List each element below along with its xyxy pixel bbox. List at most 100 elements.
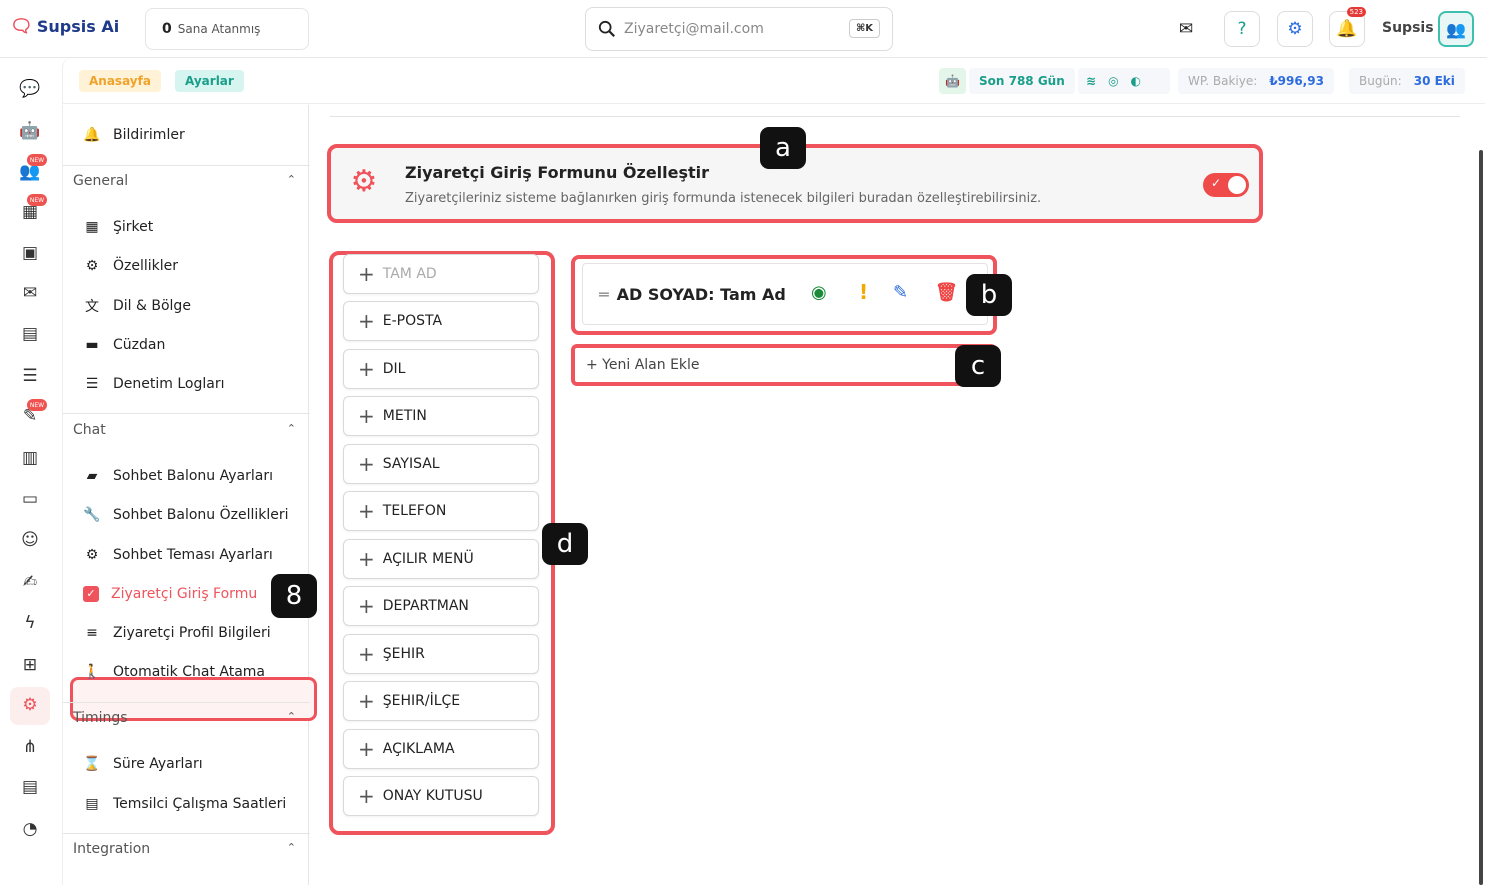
plus-icon: +	[358, 262, 375, 286]
pie-chart-icon[interactable]: ◔	[17, 816, 43, 842]
add-new-field-button[interactable]: + Yeni Alan Ekle	[580, 350, 988, 380]
wp-balance: WP. Bakiye: ₺996,93	[1178, 68, 1334, 94]
plus-icon: +	[358, 642, 375, 666]
apps-icon[interactable]: ⊞	[17, 652, 43, 678]
gear-icon[interactable]: ⚙	[1277, 11, 1313, 47]
nav-rail: 💬 🤖 👥 NEW ▦ NEW ▣ ✉ ▤ ☰ ✎ NEW ▥ ▭ ☺ ✍ ϟ …	[0, 58, 60, 885]
new-badge: NEW	[27, 154, 47, 166]
notes-icon[interactable]: ☰	[17, 363, 43, 389]
add-field-number[interactable]: + SAYISAL	[343, 444, 539, 484]
chat-icon[interactable]: 💬	[17, 76, 43, 102]
sidebar-item-notifications[interactable]: 🔔 Bildirimler	[83, 124, 184, 146]
help-icon[interactable]: ?	[1224, 11, 1260, 47]
assigned-counter[interactable]: 0 Sana Atanmış	[145, 8, 309, 50]
contact-card-icon[interactable]: ▣	[17, 240, 43, 266]
gear-icon: ⚙	[85, 547, 99, 563]
sidebar-item-audit-logs[interactable]: ☰ Denetim Logları	[83, 373, 225, 395]
marker-c: c	[955, 345, 1001, 387]
sidebar-item-language[interactable]: 文 Dil & Bölge	[83, 295, 191, 317]
form-enabled-toggle[interactable]: ✓	[1203, 173, 1249, 197]
users-icon[interactable]: ☺	[17, 527, 43, 553]
bell-icon: 🔔	[83, 127, 101, 143]
bell-icon[interactable]: 🔔 523	[1329, 7, 1366, 47]
bot-icon[interactable]: 🤖	[17, 118, 43, 144]
pen-icon[interactable]: ✍	[17, 569, 43, 595]
lightning-icon[interactable]: ϟ	[17, 610, 43, 636]
chevron-up-icon: ⌃	[286, 173, 296, 186]
add-field-checkbox[interactable]: + ONAY KUTUSU	[343, 776, 539, 816]
sidebar-item-visitor-form[interactable]: ✓ Ziyaretçi Giriş Formu	[83, 583, 257, 605]
check-icon: ✓	[1211, 176, 1222, 190]
edit-icon[interactable]: ✎	[893, 282, 908, 303]
plus-icon: +	[358, 499, 375, 523]
add-field-city-district[interactable]: + ŞEHIR/İLÇE	[343, 681, 539, 721]
add-field-full-name: + TAM AD	[343, 254, 539, 294]
plus-icon: +	[358, 547, 375, 571]
add-field-text[interactable]: + METIN	[343, 396, 539, 436]
breadcrumb-settings[interactable]: Ayarlar	[175, 70, 244, 92]
add-field-description[interactable]: + AÇIKLAMA	[343, 729, 539, 769]
page-title: Ziyaretçi Giriş Formunu Özelleştir	[405, 163, 710, 182]
divider	[63, 702, 310, 703]
plus-icon: +	[358, 357, 375, 381]
inbox-icon[interactable]: ▭	[17, 486, 43, 512]
breadcrumb: Anasayfa Ayarlar 🤖 Son 788 Gün ≋ ◎ ◐ WP. B…	[62, 58, 1485, 104]
sidebar-item-wallet[interactable]: ▬ Cüzdan	[83, 334, 165, 356]
required-icon[interactable]: !	[859, 280, 868, 304]
add-field-dropdown[interactable]: + AÇILIR MENÜ	[343, 539, 539, 579]
add-field-email[interactable]: + E-POSTA	[343, 301, 539, 341]
sidebar-item-duration[interactable]: ⌛ Süre Ayarları	[83, 753, 202, 775]
plus-icon: +	[358, 689, 375, 713]
section-chat[interactable]: Chat ⌃	[73, 422, 298, 438]
add-field-language[interactable]: + DIL	[343, 349, 539, 389]
top-bar: 🗨 Supsis Ai 0 Sana Atanmış Ziyaretçi@mail.…	[0, 0, 1487, 58]
toggle-knob	[1228, 176, 1246, 194]
sidebar-item-company[interactable]: ▦ Şirket	[83, 216, 153, 238]
sidebar-item-auto-assign[interactable]: 🚶 Otomatik Chat Atama	[83, 661, 265, 683]
sidebar-item-bubble-settings[interactable]: ▰ Sohbet Balonu Ayarları	[83, 465, 273, 487]
ticket-icon[interactable]: ▥	[17, 445, 43, 471]
add-field-department[interactable]: + DEPARTMAN	[343, 586, 539, 626]
chevron-up-icon: ⌃	[286, 710, 296, 723]
archive-icon[interactable]: ▤	[17, 774, 43, 800]
share-icon[interactable]: ⋔	[17, 734, 43, 760]
divider	[330, 116, 1460, 117]
marker-b: b	[966, 274, 1012, 316]
mail-icon[interactable]: ✉	[1168, 11, 1204, 47]
live-icon: ◐	[1130, 74, 1142, 88]
wallet-icon: ▬	[85, 337, 99, 353]
sidebar-item-theme-settings[interactable]: ⚙ Sohbet Teması Ayarları	[83, 544, 273, 566]
section-timings[interactable]: Timings ⌃	[73, 710, 298, 726]
sidebar-item-features[interactable]: ⚙ Özellikler	[83, 255, 178, 277]
page-description: Ziyaretçileriniz sisteme bağlanırken gir…	[405, 191, 1042, 206]
form-field-row[interactable]: ═ AD SOYAD: Tam Ad ◉ ! ✎ 🗑	[582, 263, 988, 325]
drag-handle-icon[interactable]: ═	[599, 285, 609, 304]
avatar[interactable]: 👥	[1438, 11, 1474, 47]
shortcut-hint: ⌘K	[848, 19, 880, 38]
calendar-icon[interactable]: ▤	[17, 321, 43, 347]
add-field-city[interactable]: + ŞEHIR	[343, 634, 539, 674]
add-field-phone[interactable]: + TELEFON	[343, 491, 539, 531]
sidebar-item-visitor-profile[interactable]: ≡ Ziyaretçi Profil Bilgileri	[83, 622, 270, 644]
sidebar-item-working-hours[interactable]: ▤ Temsilci Çalışma Saatleri	[83, 793, 286, 815]
settings-icon[interactable]: ⚙	[17, 692, 43, 718]
marker-a: a	[760, 127, 806, 169]
section-integration[interactable]: Integration ⌃	[73, 841, 298, 857]
channel-status: ≋ ◎ ◐	[1078, 68, 1170, 94]
eye-icon[interactable]: ◉	[811, 282, 827, 303]
scrollbar[interactable]	[1479, 150, 1483, 885]
divider	[63, 165, 310, 166]
sidebar-item-bubble-features[interactable]: 🔧 Sohbet Balonu Özellikleri	[83, 504, 288, 526]
wrench-icon: 🔧	[83, 507, 101, 523]
section-general[interactable]: General ⌃	[73, 173, 298, 189]
field-label: AD SOYAD: Tam Ad	[616, 284, 786, 304]
settings-sidebar: 🔔 Bildirimler General ⌃ ▦ Şirket ⚙ Özellikle…	[62, 105, 317, 885]
delete-icon[interactable]: 🗑	[935, 282, 958, 303]
envelope-icon[interactable]: ✉	[17, 280, 43, 306]
app-logo[interactable]: 🗨 Supsis Ai	[10, 16, 119, 37]
user-name[interactable]: Supsis	[1382, 20, 1434, 36]
calendar-icon: ▤	[85, 796, 99, 812]
search-input[interactable]: Ziyaretçi@mail.com ⌘K	[585, 7, 893, 51]
breadcrumb-home[interactable]: Anasayfa	[79, 70, 161, 92]
logo-icon: 🗨	[10, 16, 33, 37]
